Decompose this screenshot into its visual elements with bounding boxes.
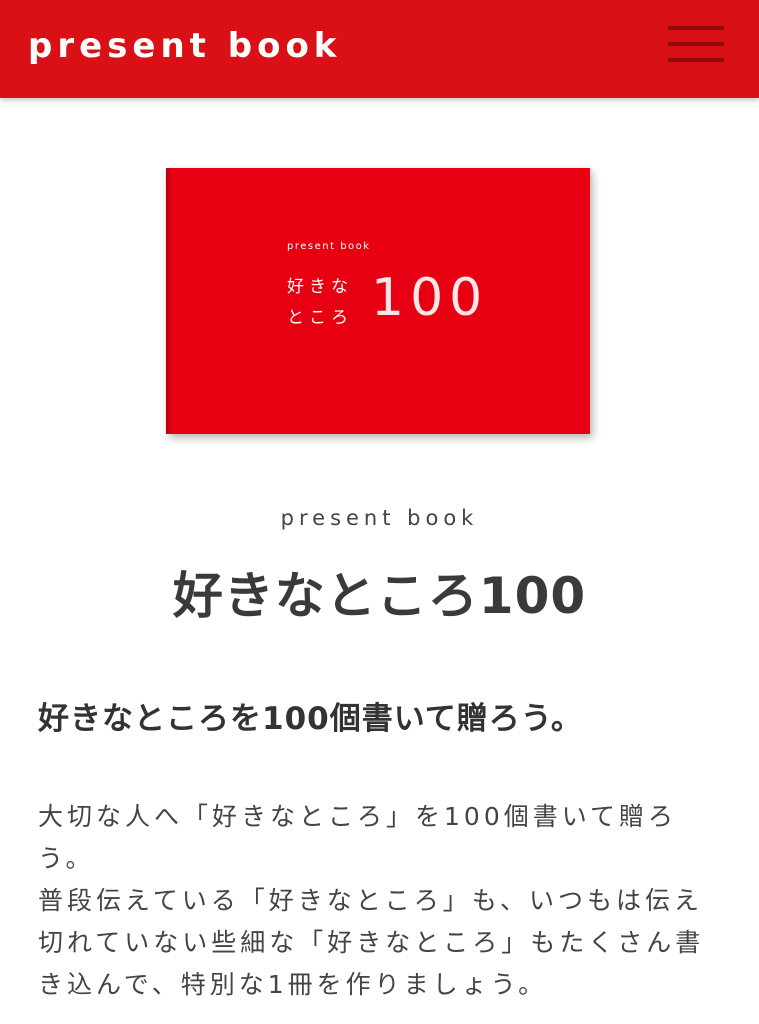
site-header: present book xyxy=(0,0,759,98)
cover-title-line2: ところ xyxy=(287,308,353,328)
hamburger-menu-icon[interactable] xyxy=(668,24,728,68)
description: 大切な人へ「好きなところ」を100個書いて贈ろう。 普段伝えている「好きなところ… xyxy=(38,796,722,1006)
menu-bar xyxy=(668,42,724,46)
book-cover: present book 好きな ところ 100 xyxy=(166,168,590,434)
description-paragraph: 普段伝えている「好きなところ」も、いつもは伝え切れていない些細な「好きなところ」… xyxy=(38,886,705,999)
cover-brand: present book xyxy=(287,241,371,252)
menu-bar xyxy=(668,26,724,30)
description-paragraph: 大切な人へ「好きなところ」を100個書いて贈ろう。 xyxy=(38,802,677,873)
product-brand: present book xyxy=(280,506,479,530)
cover-title-line1: 好きな xyxy=(287,277,353,297)
site-logo[interactable]: present book xyxy=(28,24,341,68)
lead-heading: 好きなところを100個書いて贈ろう。 xyxy=(38,701,583,737)
page-title: 好きなところ100 xyxy=(172,567,587,625)
book-cover-image: present book 好きな ところ 100 xyxy=(166,168,592,436)
menu-bar xyxy=(668,58,724,62)
book-spine xyxy=(166,168,172,434)
cover-number: 100 xyxy=(371,268,489,328)
